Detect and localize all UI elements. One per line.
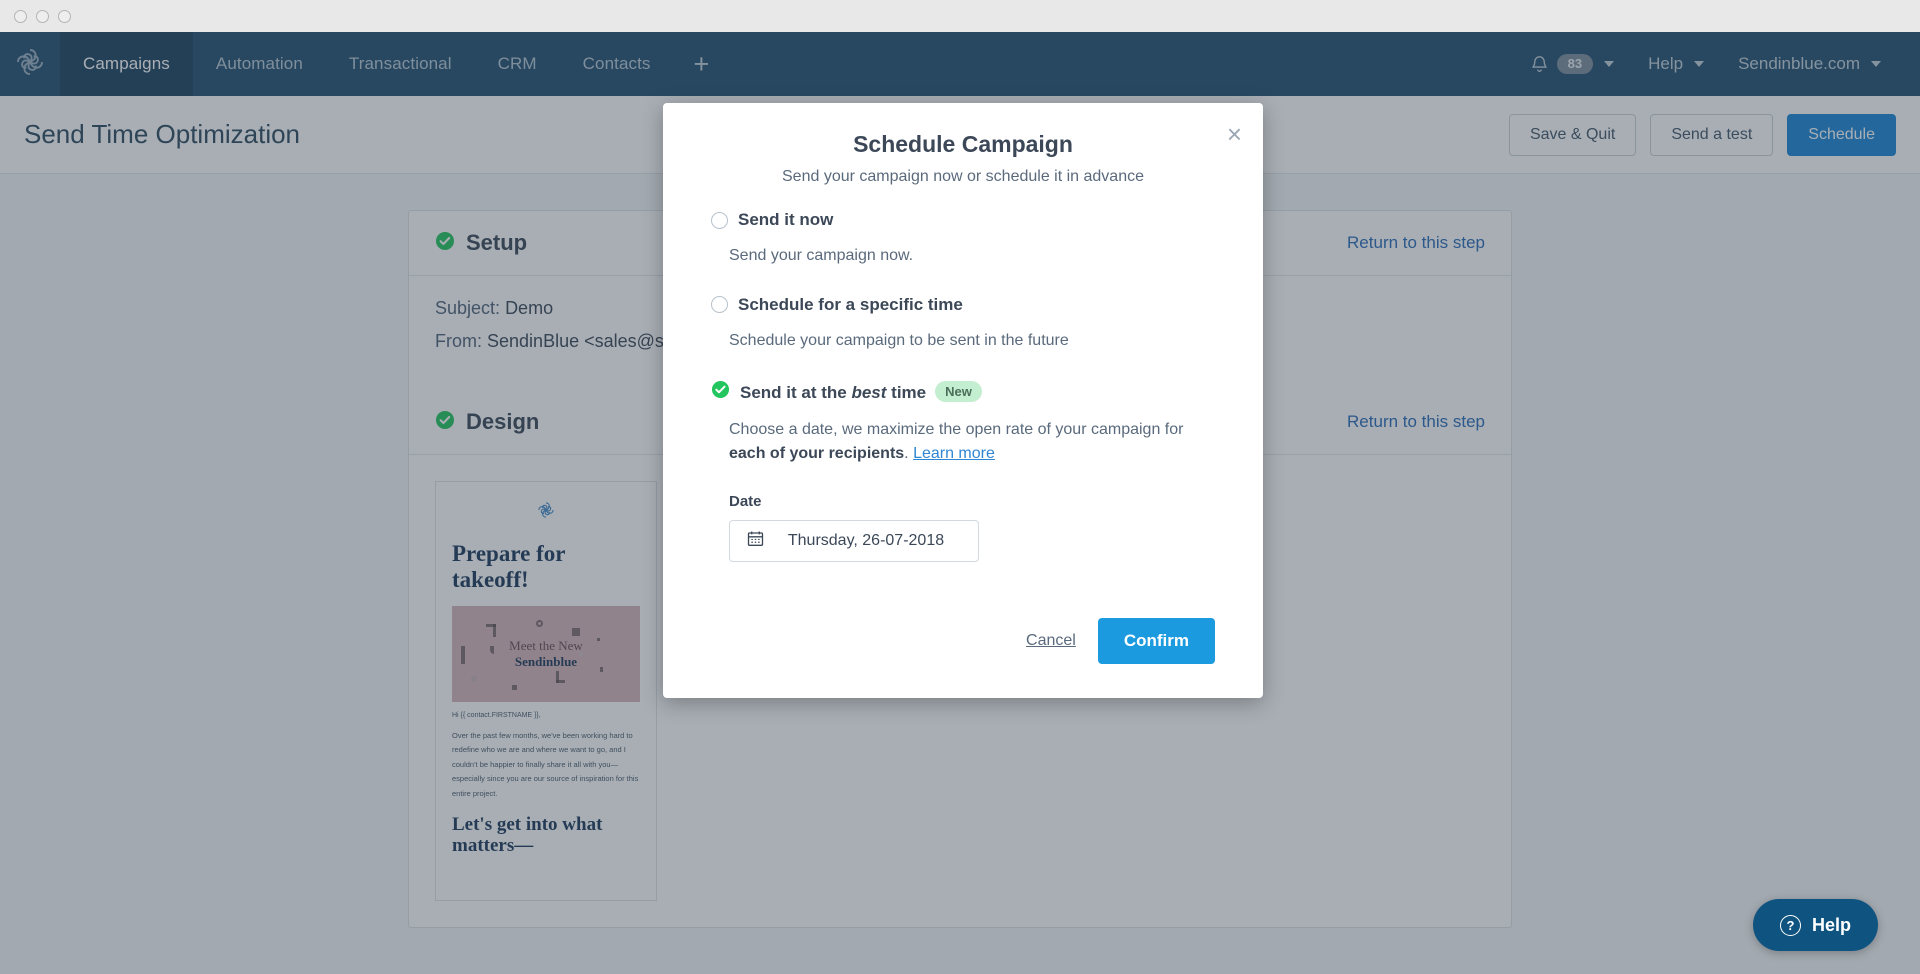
window-maximize-dot[interactable] [58, 9, 71, 23]
window-title-bar [0, 0, 1920, 32]
window-minimize-dot[interactable] [36, 9, 49, 23]
option-schedule-specific-time[interactable]: Schedule for a specific time Schedule yo… [711, 295, 1215, 354]
desc-part-1: Choose a date, we maximize the open rate… [729, 420, 1184, 438]
label-prefix: Send it at the [740, 382, 852, 402]
radio-schedule-specific-time[interactable] [711, 296, 728, 314]
learn-more-link[interactable]: Learn more [913, 445, 995, 462]
app-shell: Campaigns Automation Transactional CRM C… [0, 32, 1920, 974]
new-badge: New [935, 380, 982, 402]
option-best-time-description: Choose a date, we maximize the open rate… [729, 418, 1209, 468]
radio-best-time[interactable] [711, 380, 730, 404]
option-send-now[interactable]: Send it now Send your campaign now. [711, 210, 1215, 269]
help-widget-button[interactable]: ? Help [1752, 899, 1878, 951]
modal-subtitle: Send your campaign now or schedule it in… [782, 168, 1144, 185]
calendar-icon [730, 530, 764, 552]
date-picker-value: Thursday, 26-07-2018 [787, 532, 945, 550]
modal-body: Send it now Send your campaign now. Sche… [663, 186, 1263, 596]
option-send-now-description: Send your campaign now. [729, 247, 914, 264]
option-schedule-description: Schedule your campaign to be sent in the… [729, 331, 1069, 349]
radio-send-now[interactable] [711, 211, 728, 229]
date-field-label: Date [729, 493, 762, 511]
schedule-campaign-modal: × Schedule Campaign Send your campaign n… [663, 103, 1263, 699]
option-schedule-head: Schedule for a specific time [711, 295, 1215, 315]
help-widget-label: Help [1811, 914, 1851, 935]
modal-title: Schedule Campaign [853, 131, 1073, 157]
option-send-now-head: Send it now [711, 210, 1215, 230]
modal-header: × Schedule Campaign Send your campaign n… [663, 103, 1263, 186]
option-best-time-label: Send it at the best time New [740, 380, 982, 403]
question-circle-icon: ? [1779, 914, 1801, 936]
option-best-time[interactable]: Send it at the best time New Choose a dat… [711, 380, 1215, 563]
option-send-now-label: Send it now [738, 210, 834, 229]
desc-part-2: . [904, 445, 914, 463]
option-best-time-head: Send it at the best time New [711, 380, 1215, 404]
option-schedule-label: Schedule for a specific time [738, 294, 963, 314]
confirm-button[interactable]: Confirm [1097, 618, 1215, 665]
date-picker-input[interactable]: Thursday, 26-07-2018 [729, 520, 979, 563]
modal-footer: Cancel Confirm [663, 596, 1263, 698]
label-suffix: time [886, 382, 927, 402]
window-close-dot[interactable] [14, 9, 27, 23]
close-icon[interactable]: × [1227, 121, 1242, 147]
label-emphasis: best [851, 382, 887, 402]
cancel-button[interactable]: Cancel [1026, 632, 1076, 650]
desc-bold: each of your recipients [729, 445, 905, 463]
